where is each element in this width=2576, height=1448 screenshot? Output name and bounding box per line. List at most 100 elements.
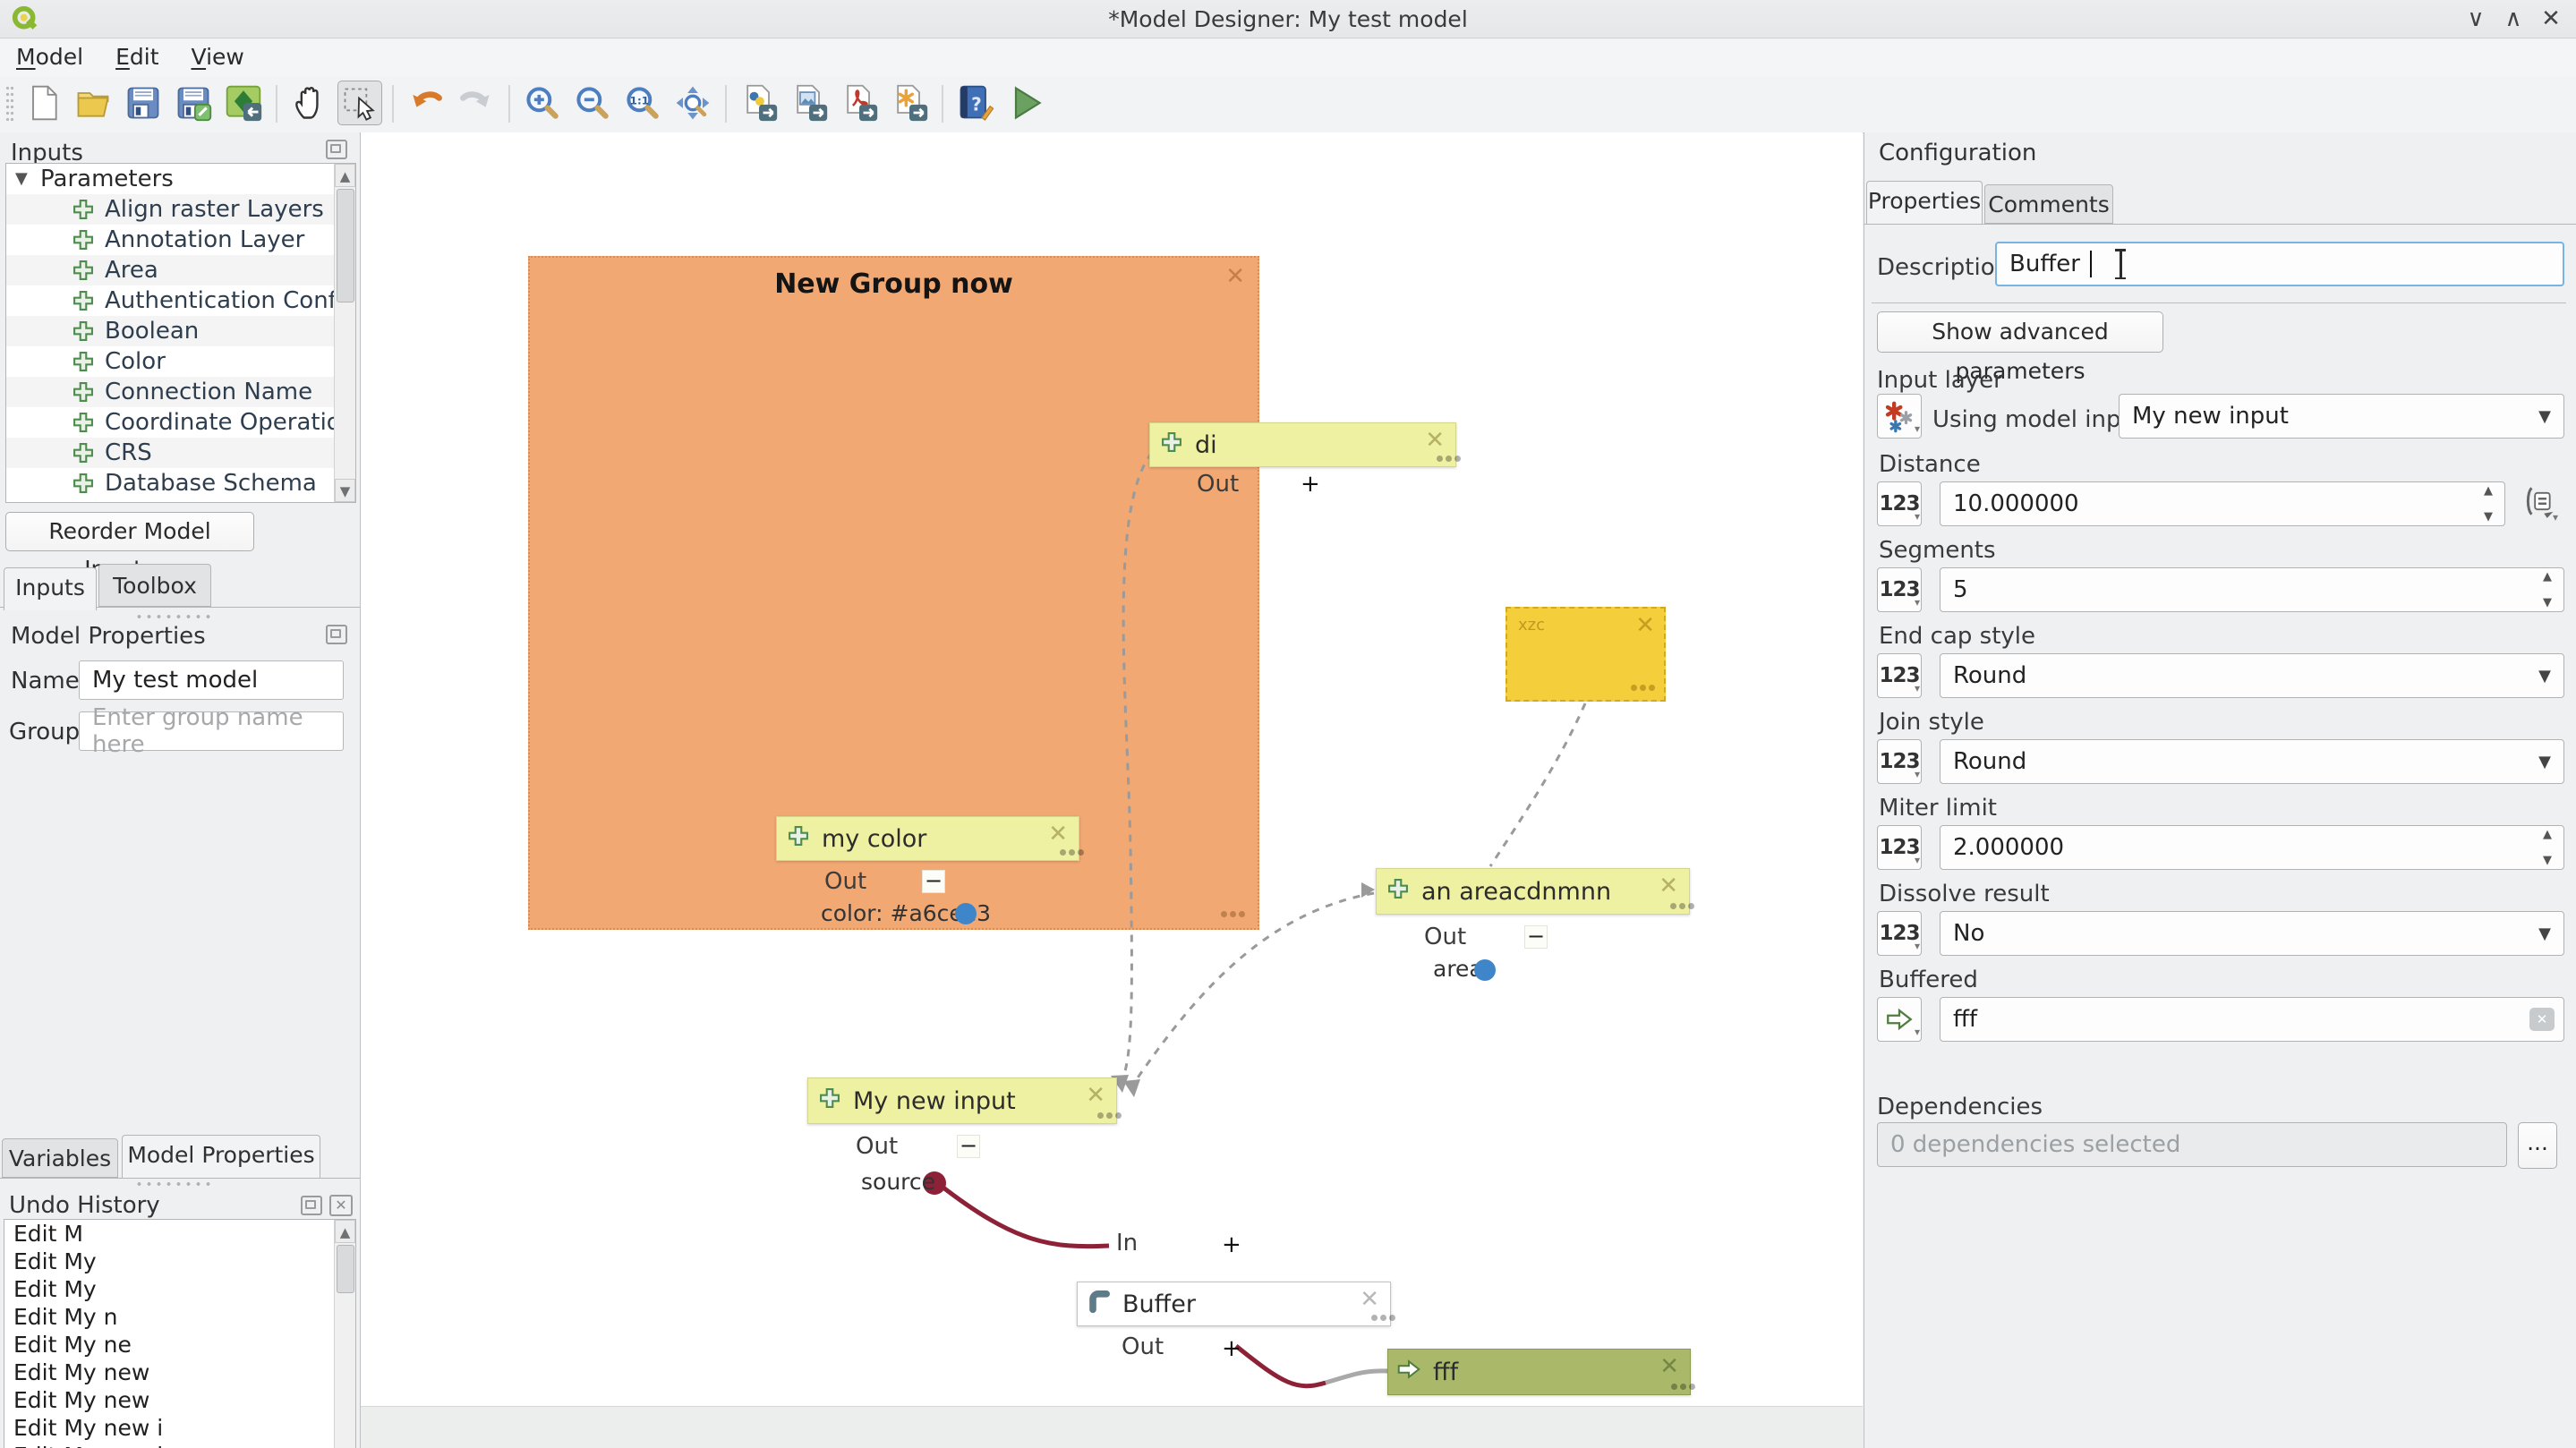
- number-type-button[interactable]: 123: [1877, 911, 1922, 956]
- input-layer-combo[interactable]: My new input ▼: [2119, 394, 2564, 439]
- collapse-outputs[interactable]: −: [922, 870, 945, 893]
- canvas-horizontal-scrollbar[interactable]: [361, 1406, 1863, 1448]
- node-close-icon[interactable]: ✕: [1659, 1355, 1679, 1378]
- tab-toolbox[interactable]: Toolbox: [98, 564, 211, 607]
- tree-item-coordinate-operation[interactable]: Coordinate Operation: [6, 407, 355, 438]
- node-resize-handle[interactable]: [1371, 1315, 1378, 1321]
- expand-outputs[interactable]: +: [1222, 1335, 1241, 1362]
- tree-item-area[interactable]: Area: [6, 255, 355, 285]
- undo-item[interactable]: Edit My new: [4, 1386, 355, 1414]
- model-properties-float-icon[interactable]: [326, 625, 347, 644]
- clear-icon[interactable]: ✕: [2529, 1008, 2555, 1031]
- undo-item[interactable]: Edit My new i: [4, 1414, 355, 1442]
- undo-button[interactable]: [404, 81, 448, 125]
- socket-color[interactable]: [955, 903, 977, 924]
- expand-outputs[interactable]: +: [1301, 471, 1320, 498]
- model-group-input[interactable]: Enter group name here: [79, 711, 344, 751]
- spinner-buttons[interactable]: ▲▼: [2535, 828, 2560, 867]
- node-close-icon[interactable]: ✕: [1086, 1084, 1105, 1107]
- inputs-float-icon[interactable]: [326, 140, 347, 159]
- export-python-button[interactable]: [737, 81, 781, 125]
- node-close-icon[interactable]: ✕: [1048, 822, 1068, 846]
- close-button[interactable]: ✕: [2533, 5, 2569, 32]
- save-model-button[interactable]: [121, 81, 166, 125]
- export-image-button[interactable]: [787, 81, 832, 125]
- tree-item-annotation-layer[interactable]: Annotation Layer: [6, 225, 355, 255]
- undo-item[interactable]: Edit My new: [4, 1359, 355, 1386]
- number-type-button[interactable]: 123: [1877, 825, 1922, 870]
- scroll-up-icon[interactable]: ▲: [335, 164, 355, 187]
- dependencies-input[interactable]: 0 dependencies selected: [1877, 1122, 2507, 1167]
- group-resize-handle[interactable]: [1221, 911, 1227, 917]
- model-name-input[interactable]: My test model: [79, 660, 344, 700]
- zoom-full-button[interactable]: [670, 81, 715, 125]
- tree-root-parameters[interactable]: ▼Parameters: [6, 164, 355, 194]
- segments-input[interactable]: 5▲▼: [1940, 567, 2564, 612]
- undo-item[interactable]: Edit M: [4, 1220, 355, 1248]
- description-input[interactable]: Buffer: [1995, 242, 2564, 286]
- tree-item-authentication-config[interactable]: Authentication Config...: [6, 285, 355, 316]
- undo-item[interactable]: Edit My: [4, 1248, 355, 1275]
- zoom-out-button[interactable]: [570, 81, 615, 125]
- tree-item-crs[interactable]: CRS: [6, 438, 355, 468]
- open-model-button[interactable]: [71, 81, 115, 125]
- save-model-as-button[interactable]: [171, 81, 216, 125]
- node-close-icon[interactable]: ✕: [1659, 874, 1678, 898]
- number-type-button[interactable]: 123: [1877, 653, 1922, 698]
- node-close-icon[interactable]: ✕: [1425, 429, 1445, 452]
- collapse-outputs[interactable]: −: [957, 1135, 980, 1158]
- node-fff-output[interactable]: fff ✕: [1387, 1349, 1691, 1395]
- run-button[interactable]: [1003, 81, 1048, 125]
- undo-scrollbar[interactable]: ▲: [334, 1220, 355, 1448]
- tree-item-align-raster-layers[interactable]: Align raster Layers: [6, 194, 355, 225]
- tab-properties[interactable]: Properties: [1866, 181, 1983, 224]
- node-buffer[interactable]: Buffer ✕: [1077, 1282, 1391, 1326]
- export-pdf-button[interactable]: [837, 81, 882, 125]
- tab-variables[interactable]: Variables: [2, 1138, 118, 1178]
- number-type-button[interactable]: 123: [1877, 481, 1922, 526]
- show-advanced-parameters-button[interactable]: Show advanced parameters: [1877, 311, 2163, 353]
- comment-close-icon[interactable]: ✕: [1635, 614, 1655, 637]
- node-resize-handle[interactable]: [1097, 1112, 1104, 1119]
- dissolve-result-combo[interactable]: No▼: [1940, 911, 2564, 956]
- minimize-button[interactable]: ∨: [2458, 5, 2494, 32]
- parameters-tree[interactable]: ▼ParametersAlign raster LayersAnnotation…: [5, 163, 356, 503]
- node-my-color[interactable]: my color ✕: [776, 816, 1079, 861]
- distance-input[interactable]: 10.000000▲▼: [1940, 481, 2505, 526]
- iterate-over-layer-button[interactable]: [1877, 394, 1922, 439]
- zoom-actual-button[interactable]: 1:1: [620, 81, 665, 125]
- splitter-handle[interactable]: [134, 614, 215, 619]
- reorder-model-inputs-button[interactable]: Reorder Model Inputs...: [5, 512, 254, 551]
- node-close-icon[interactable]: ✕: [1360, 1288, 1379, 1311]
- group-close-icon[interactable]: ✕: [1225, 265, 1245, 288]
- dependencies-more-button[interactable]: ...: [2518, 1122, 2557, 1169]
- node-my-new-input[interactable]: My new input ✕: [807, 1077, 1117, 1124]
- number-type-button[interactable]: 123: [1877, 739, 1922, 784]
- node-resize-handle[interactable]: [1671, 1384, 1677, 1390]
- menu-view[interactable]: View: [175, 38, 260, 70]
- data-defined-override-button[interactable]: [2514, 481, 2559, 526]
- scroll-down-icon[interactable]: ▼: [335, 479, 355, 502]
- tree-item-boolean[interactable]: Boolean: [6, 316, 355, 346]
- node-resize-handle[interactable]: [1437, 456, 1443, 462]
- zoom-in-button[interactable]: [520, 81, 565, 125]
- pan-button[interactable]: [287, 81, 332, 125]
- undo-history-list[interactable]: Edit MEdit MyEdit MyEdit My nEdit My neE…: [4, 1219, 356, 1448]
- menu-model[interactable]: Model: [0, 38, 99, 70]
- export-svg-button[interactable]: [887, 81, 932, 125]
- new-model-button[interactable]: [21, 81, 65, 125]
- collapse-outputs[interactable]: −: [1524, 925, 1548, 949]
- buffered-input[interactable]: fff✕: [1940, 997, 2564, 1042]
- tree-item-connection-name[interactable]: Connection Name: [6, 377, 355, 407]
- tab-comments[interactable]: Comments: [1984, 184, 2113, 224]
- comment-box[interactable]: xzc ✕: [1506, 607, 1666, 702]
- spinner-buttons[interactable]: ▲▼: [2535, 570, 2560, 609]
- output-arrow-button[interactable]: [1877, 997, 1922, 1042]
- menu-edit[interactable]: Edit: [99, 38, 175, 70]
- undo-history-close-icon[interactable]: ✕: [329, 1195, 353, 1216]
- node-resize-handle[interactable]: [1060, 849, 1066, 856]
- tab-model-properties[interactable]: Model Properties: [122, 1135, 320, 1178]
- join-style-combo[interactable]: Round▼: [1940, 739, 2564, 784]
- select-button[interactable]: [337, 81, 382, 125]
- toolbar-grip[interactable]: [5, 85, 14, 121]
